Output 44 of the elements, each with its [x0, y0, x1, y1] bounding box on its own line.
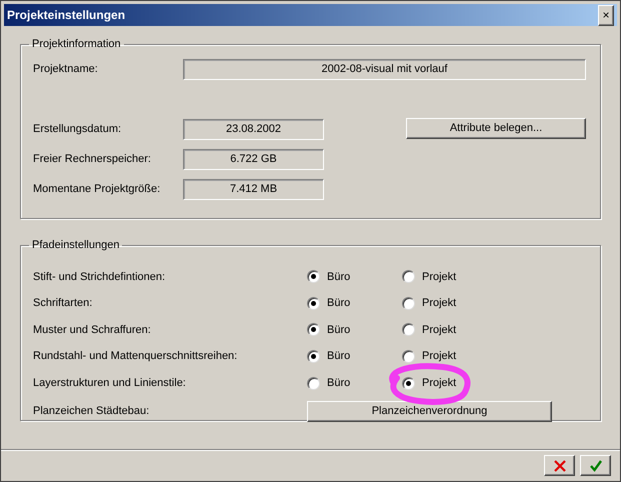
radio-label: Projekt — [422, 349, 456, 364]
attributes-button[interactable]: Attribute belegen... — [406, 118, 586, 138]
radio-label: Büro — [327, 296, 350, 312]
setting-label: Layerstrukturen und Linienstile: — [33, 376, 187, 391]
field-label: Momentane Projektgröße: — [33, 182, 162, 197]
readonly-field: 6.722 GB — [183, 148, 324, 170]
group-title: Pfadeinstellungen — [31, 238, 120, 253]
close-icon — [554, 460, 566, 472]
radio-label: Projekt — [422, 296, 456, 312]
readonly-field: 23.08.2002 — [183, 118, 324, 140]
readonly-field: 7.412 MB — [183, 178, 324, 200]
radio-label: Büro — [327, 270, 350, 285]
ok-button[interactable] — [580, 455, 611, 476]
setting-label: Schriftarten: — [33, 296, 94, 312]
setting-label: Stift- und Strichdefintionen: — [33, 270, 166, 285]
radio-label: Projekt — [422, 270, 456, 285]
radio-button[interactable] — [307, 376, 320, 390]
radio-button[interactable] — [307, 270, 320, 284]
close-button[interactable]: × — [598, 4, 614, 26]
radio-button[interactable] — [307, 323, 320, 336]
window-title: Projekteinstellungen — [7, 7, 126, 24]
checkmark-icon — [590, 460, 602, 472]
radio-button[interactable] — [402, 296, 415, 310]
radio-label: Büro — [327, 376, 350, 391]
radio-label: Büro — [327, 322, 350, 338]
setting-label: Rundstahl- und Mattenquerschnittsreihen: — [33, 349, 238, 364]
radio-label: Büro — [327, 349, 350, 364]
field-label: Projektname: — [33, 62, 99, 77]
radio-button[interactable] — [307, 350, 320, 364]
radio-label: Projekt — [422, 322, 456, 338]
cancel-button[interactable] — [544, 455, 575, 476]
readonly-field: 2002-08-visual mit vorlauf — [183, 58, 586, 80]
radio-button[interactable] — [402, 350, 415, 364]
field-label: Freier Rechnerspeicher: — [33, 152, 152, 167]
radio-button[interactable] — [402, 270, 415, 284]
setting-label: Planzeichen Städtebau: — [33, 404, 150, 420]
radio-button[interactable] — [307, 296, 320, 310]
planzeichen-button[interactable]: Planzeichenverordnung — [307, 400, 552, 422]
radio-button[interactable] — [402, 323, 415, 336]
radio-label: Projekt — [422, 376, 456, 391]
setting-label: Muster und Schraffuren: — [33, 322, 152, 338]
radio-button[interactable] — [402, 376, 415, 390]
group-title: Projektinformation — [31, 37, 122, 52]
field-label: Erstellungsdatum: — [33, 122, 122, 137]
